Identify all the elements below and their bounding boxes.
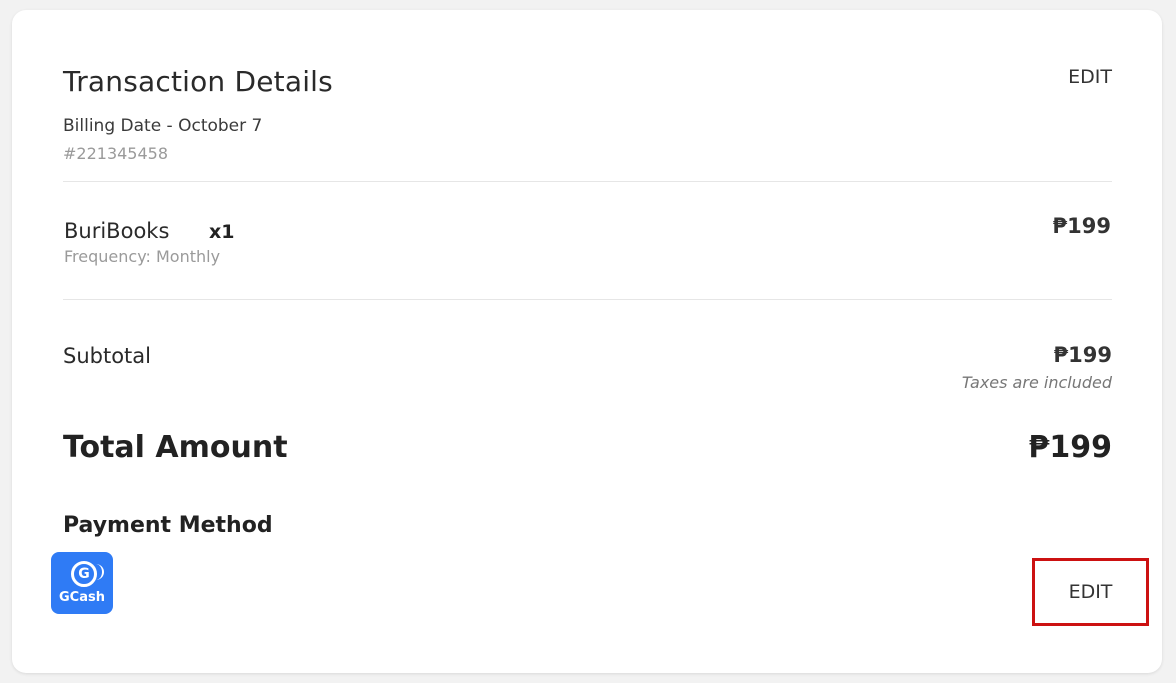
transaction-details-card: Transaction Details EDIT Billing Date - … <box>12 10 1162 673</box>
edit-payment-method-button[interactable]: EDIT <box>1032 558 1149 626</box>
gcash-logo-text: GCash <box>59 590 105 605</box>
page-title: Transaction Details <box>63 65 333 98</box>
order-number: #221345458 <box>63 144 169 163</box>
gcash-wave-mark <box>96 564 104 580</box>
product-price: ₱199 <box>1052 214 1111 238</box>
subtotal-label: Subtotal <box>63 344 151 368</box>
edit-transaction-button[interactable]: EDIT <box>1068 66 1112 88</box>
divider <box>63 181 1112 182</box>
taxes-note: Taxes are included <box>961 373 1112 392</box>
gcash-g-mark: G <box>71 561 97 587</box>
product-quantity: x1 <box>209 221 235 243</box>
product-frequency: Frequency: Monthly <box>64 247 221 266</box>
billing-date: Billing Date - October 7 <box>63 116 263 136</box>
subtotal-value: ₱199 <box>1053 343 1112 367</box>
payment-method-label: Payment Method <box>63 513 273 538</box>
divider <box>63 299 1112 300</box>
product-name: BuriBooks <box>64 219 170 243</box>
gcash-logo-icon: G GCash <box>51 552 113 614</box>
total-amount-value: ₱199 <box>1028 430 1113 465</box>
total-amount-label: Total Amount <box>63 430 288 465</box>
